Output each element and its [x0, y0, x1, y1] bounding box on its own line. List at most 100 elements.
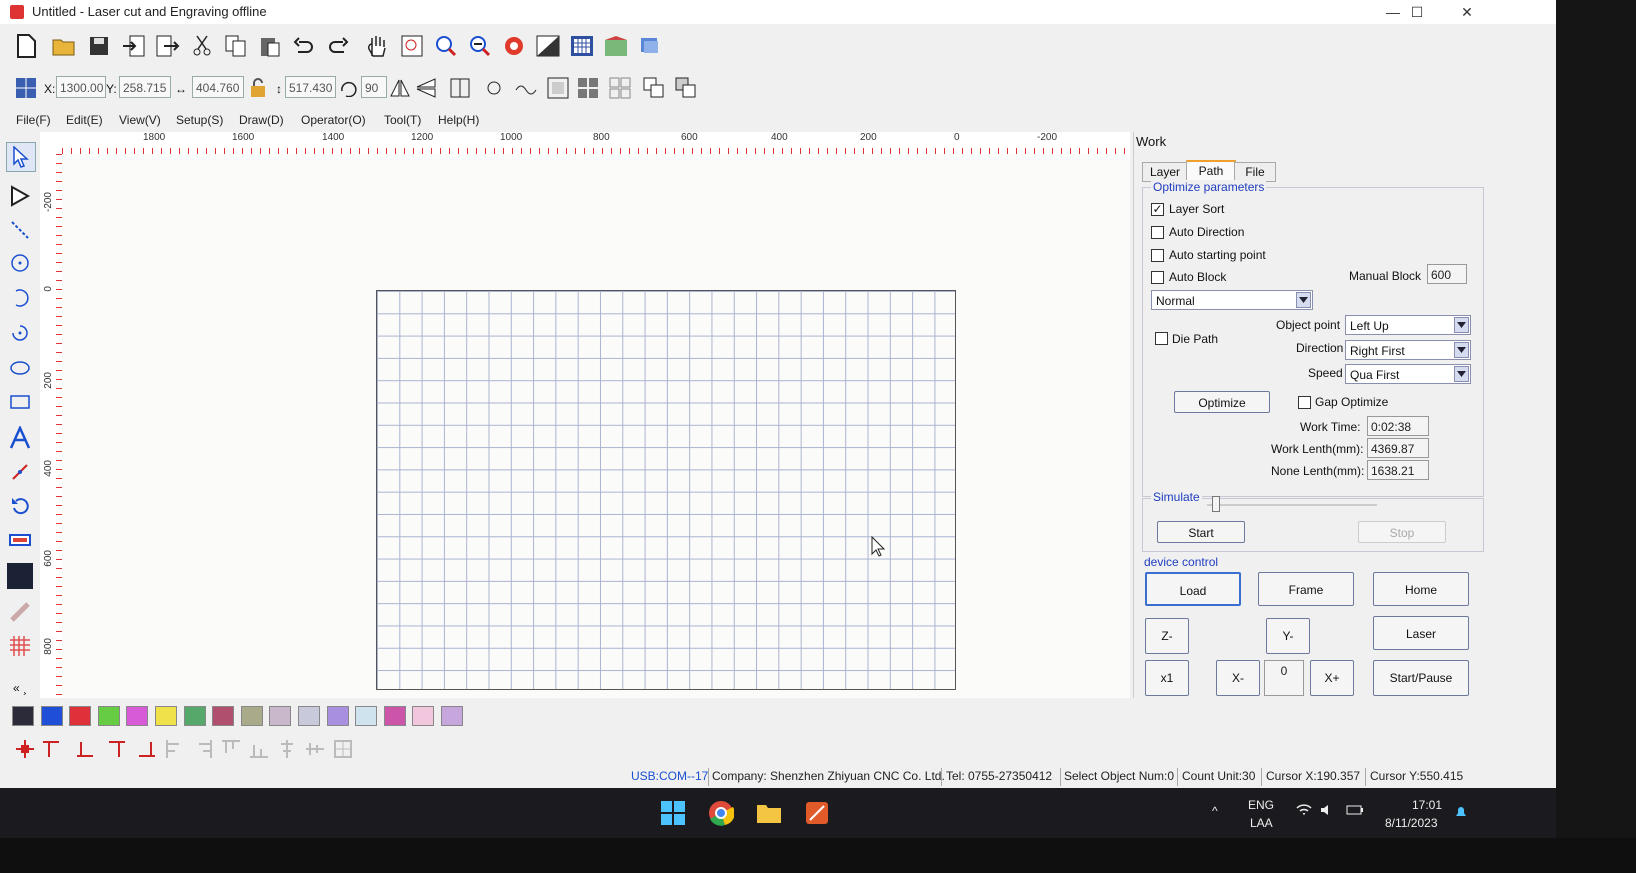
line-icon[interactable] [6, 216, 34, 244]
menu-edit[interactable]: Edit(E) [66, 113, 103, 127]
direction-select[interactable]: Right First [1345, 340, 1471, 360]
laser-app-taskbar-icon[interactable] [800, 796, 834, 830]
zoom-in-icon[interactable] [432, 32, 460, 60]
align-top-right-icon[interactable] [106, 738, 128, 760]
lock-ratio-icon[interactable] [246, 76, 270, 100]
align-center-icon[interactable] [14, 738, 36, 760]
laser-button[interactable]: Laser [1373, 616, 1469, 650]
x-position-field[interactable]: 1300.00 [56, 76, 106, 98]
ungroup-icon[interactable] [608, 76, 632, 100]
ruler-tool-icon[interactable] [6, 598, 34, 626]
tab-file[interactable]: File [1234, 162, 1276, 182]
load-button[interactable]: Load [1145, 572, 1241, 606]
circle-center-icon[interactable] [6, 249, 34, 277]
lead-line-icon[interactable] [6, 526, 34, 554]
maximize-button[interactable]: ☐ [1394, 0, 1440, 24]
align-bottom-left-icon[interactable] [74, 738, 96, 760]
manual-block-input[interactable]: 600 [1427, 264, 1467, 284]
pan-hand-icon[interactable] [364, 32, 392, 60]
frame-object-icon[interactable] [546, 76, 570, 100]
align-hcenter-icon[interactable] [276, 738, 298, 760]
color-swatch[interactable] [126, 706, 149, 726]
align-left-icon[interactable] [164, 738, 186, 760]
measure-icon[interactable] [6, 458, 34, 486]
color-swatch[interactable] [40, 706, 63, 726]
z-minus-button[interactable]: Z- [1145, 618, 1189, 654]
color-swatch[interactable] [183, 706, 206, 726]
new-file-icon[interactable] [12, 32, 40, 60]
display-mode-icon[interactable] [534, 32, 562, 60]
color-swatch[interactable] [12, 706, 34, 726]
auto-direction-checkbox[interactable] [1151, 226, 1164, 239]
menu-file[interactable]: File(F) [16, 113, 51, 127]
align-top-icon[interactable] [220, 738, 242, 760]
text-icon[interactable] [6, 424, 34, 452]
volume-icon[interactable] [1320, 804, 1336, 819]
open-folder-icon[interactable] [50, 32, 78, 60]
menu-view[interactable]: View(V) [119, 113, 161, 127]
split-icon[interactable] [448, 76, 472, 100]
notification-bell-icon[interactable] [1454, 804, 1468, 823]
rotate-angle-field[interactable]: 90 [361, 76, 387, 98]
die-path-checkbox[interactable] [1155, 332, 1168, 345]
layer-sort-checkbox[interactable]: ✓ [1151, 203, 1164, 216]
align-vcenter-icon[interactable] [304, 738, 326, 760]
simulate-slider-track[interactable] [1207, 504, 1377, 506]
redo-icon[interactable] [324, 32, 352, 60]
tab-layer[interactable]: Layer [1142, 162, 1188, 182]
windows-start-icon[interactable] [656, 796, 690, 830]
fill-color-icon[interactable] [6, 562, 34, 590]
color-swatch[interactable] [298, 706, 320, 726]
settings-gear-icon[interactable] [500, 32, 528, 60]
export-icon[interactable] [154, 32, 182, 60]
copy-icon[interactable] [222, 32, 250, 60]
color-swatch[interactable] [441, 706, 463, 726]
x-plus-button[interactable]: X+ [1310, 660, 1354, 696]
arc-icon[interactable] [6, 284, 34, 312]
color-swatch[interactable] [240, 706, 263, 726]
color-swatch[interactable] [326, 706, 349, 726]
zoom-box-icon[interactable] [398, 32, 426, 60]
menu-setup[interactable]: Setup(S) [176, 113, 223, 127]
grid-icon[interactable] [568, 32, 596, 60]
distribute-icon[interactable] [332, 738, 354, 760]
cut-icon[interactable] [188, 32, 216, 60]
color-swatch[interactable] [412, 706, 435, 726]
mirror-horizontal-icon[interactable] [388, 76, 412, 100]
file-explorer-icon[interactable] [752, 796, 786, 830]
battery-icon[interactable] [1346, 804, 1364, 819]
group-icon[interactable] [576, 76, 600, 100]
rectangle-icon[interactable] [6, 388, 34, 416]
undo-icon[interactable] [290, 32, 318, 60]
circle-arrow-icon[interactable] [482, 76, 506, 100]
array-icon[interactable] [602, 32, 630, 60]
import-icon[interactable] [120, 32, 148, 60]
color-swatch[interactable] [355, 706, 378, 726]
select-arrow-icon[interactable] [6, 142, 36, 172]
menu-tool[interactable]: Tool(T) [384, 113, 421, 127]
chevron-up-icon[interactable]: ^ [1212, 804, 1218, 818]
color-swatch[interactable] [383, 706, 406, 726]
y-position-field[interactable]: 258.715 [119, 76, 171, 98]
mode-select[interactable]: Normal [1151, 290, 1313, 310]
width-field[interactable]: 404.760 [192, 76, 244, 98]
auto-starting-point-checkbox[interactable] [1151, 249, 1164, 262]
start-pause-button[interactable]: Start/Pause [1373, 660, 1469, 696]
menu-draw[interactable]: Draw(D) [239, 113, 284, 127]
arc-3point-icon[interactable] [6, 319, 34, 347]
object-point-select[interactable]: Left Up [1345, 315, 1471, 335]
color-swatch[interactable] [69, 706, 92, 726]
optimize-button[interactable]: Optimize [1174, 391, 1270, 413]
align-bottom-icon[interactable] [248, 738, 270, 760]
work-area-grid[interactable] [376, 290, 956, 690]
color-swatch[interactable] [97, 706, 120, 726]
home-button[interactable]: Home [1373, 572, 1469, 606]
combine-icon[interactable] [642, 76, 666, 100]
simulate-stop-button[interactable]: Stop [1358, 521, 1446, 543]
device-icon[interactable] [636, 32, 664, 60]
language-indicator[interactable]: ENG [1248, 798, 1274, 812]
simulate-slider-thumb[interactable] [1212, 496, 1221, 512]
clock-date[interactable]: 8/11/2023 [1385, 816, 1438, 830]
wave-icon[interactable] [514, 76, 538, 100]
simulate-start-button[interactable]: Start [1157, 521, 1245, 543]
